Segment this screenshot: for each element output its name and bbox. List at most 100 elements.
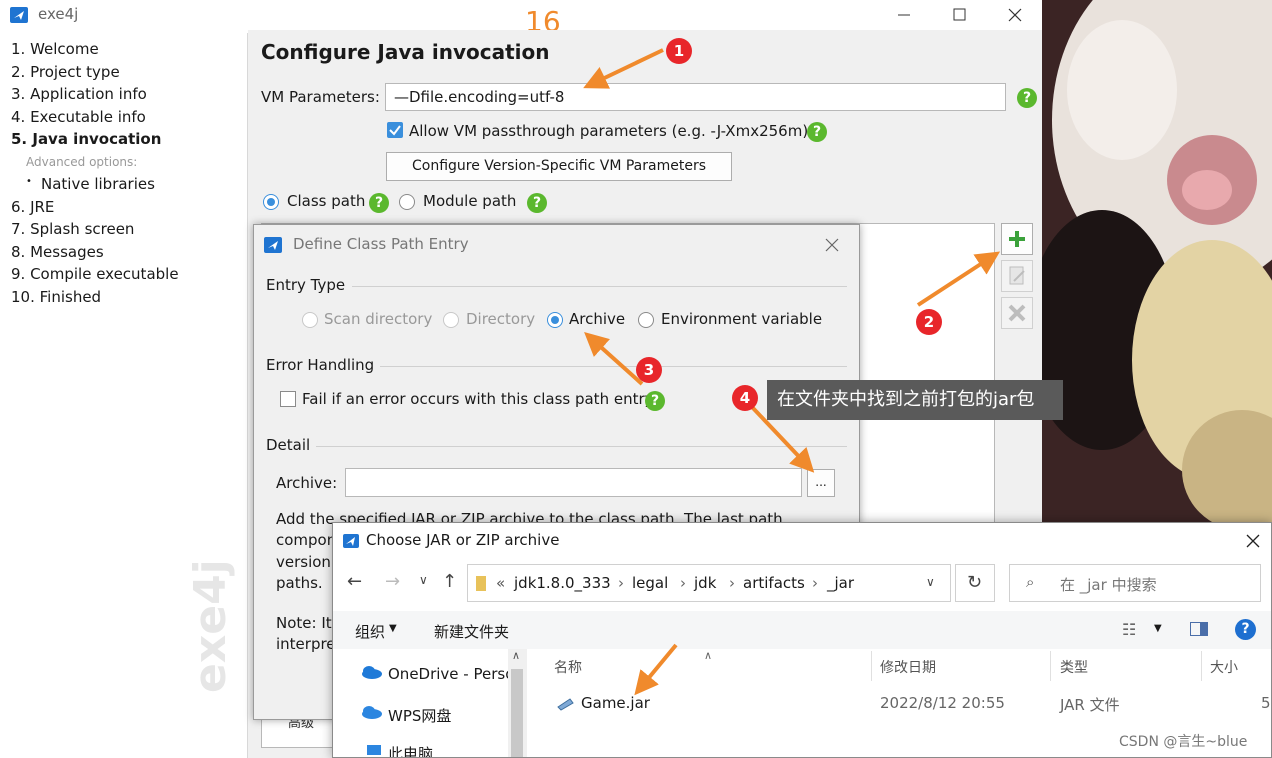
- delete-icon: [1008, 304, 1026, 322]
- sidebar-item-messages[interactable]: 8. Messages: [11, 243, 104, 261]
- sidebar-item-welcome[interactable]: 1. Welcome: [11, 40, 99, 58]
- nav-scrollbar[interactable]: ∧: [508, 649, 527, 757]
- wizard-sidebar: 1. Welcome 2. Project type 3. Applicatio…: [0, 33, 248, 758]
- configure-version-vm-button[interactable]: Configure Version-Specific VM Parameters: [386, 152, 732, 181]
- advanced-options-label: Advanced options:: [26, 155, 138, 169]
- breadcrumb-item[interactable]: artifacts: [743, 574, 805, 592]
- directory-radio[interactable]: [443, 312, 459, 328]
- jar-file-icon: [557, 698, 574, 711]
- scroll-up-icon[interactable]: ∧: [512, 649, 520, 662]
- chooser-title: Choose JAR or ZIP archive: [366, 531, 560, 549]
- navigation-pane: OneDrive - Perso WPS网盘 此电脑 ∧: [333, 649, 527, 757]
- scan-directory-radio[interactable]: [302, 312, 318, 328]
- back-arrow-icon[interactable]: ←: [347, 571, 362, 592]
- browse-button[interactable]: ...: [807, 469, 835, 497]
- help-icon[interactable]: ?: [807, 122, 827, 142]
- sidebar-item-compile-executable[interactable]: 9. Compile executable: [11, 265, 179, 283]
- sidebar-item-executable-info[interactable]: 4. Executable info: [11, 108, 146, 126]
- column-header-type[interactable]: 类型: [1060, 657, 1088, 677]
- exe4j-app-icon: [264, 237, 282, 253]
- archive-radio[interactable]: [547, 312, 563, 328]
- help-icon[interactable]: ?: [1017, 88, 1037, 108]
- edit-entry-button[interactable]: [1001, 260, 1033, 292]
- class-path-radio[interactable]: [263, 194, 279, 210]
- archive-label: Archive:: [276, 474, 338, 492]
- help-icon[interactable]: ?: [1235, 619, 1256, 640]
- sidebar-item-project-type[interactable]: 2. Project type: [11, 63, 120, 81]
- preview-pane-icon[interactable]: [1190, 622, 1208, 636]
- close-icon[interactable]: [824, 237, 840, 253]
- archive-path-input[interactable]: [345, 468, 802, 497]
- directory-label: Directory: [466, 310, 536, 328]
- chevron-down-icon[interactable]: ∨: [926, 575, 935, 589]
- help-icon[interactable]: ?: [369, 193, 389, 213]
- module-path-radio[interactable]: [399, 194, 415, 210]
- column-divider: [1201, 651, 1202, 681]
- sidebar-item-application-info[interactable]: 3. Application info: [11, 85, 147, 103]
- description-line: version: [276, 553, 331, 571]
- column-header-size[interactable]: 大小: [1210, 657, 1238, 677]
- sort-up-icon: ∧: [704, 649, 713, 662]
- column-header-date[interactable]: 修改日期: [880, 657, 936, 677]
- window-title: exe4j: [38, 5, 79, 23]
- nav-item-wps[interactable]: WPS网盘: [388, 705, 451, 726]
- close-icon[interactable]: [1007, 7, 1023, 23]
- wps-cloud-icon: [362, 706, 382, 719]
- organize-menu[interactable]: 组织: [355, 621, 385, 642]
- file-date: 2022/8/12 20:55: [880, 694, 1005, 712]
- column-header-name[interactable]: 名称: [554, 657, 582, 677]
- refresh-button[interactable]: ↻: [955, 564, 995, 602]
- vm-parameters-label: VM Parameters:: [261, 88, 380, 106]
- breadcrumb-item[interactable]: legal: [632, 574, 668, 592]
- chooser-toolbar: 组织 ▼ 新建文件夹 ☷ ▼ ?: [333, 611, 1271, 649]
- step-badge: 2: [916, 309, 942, 335]
- sidebar-item-native-libraries[interactable]: Native libraries: [41, 175, 155, 193]
- nav-item-onedrive[interactable]: OneDrive - Perso: [388, 665, 514, 683]
- sidebar-item-java-invocation[interactable]: 5. Java invocation: [11, 130, 161, 148]
- view-options-icon[interactable]: ☷: [1122, 620, 1136, 639]
- vm-parameters-input[interactable]: —Dfile.encoding=utf-8: [385, 83, 1006, 111]
- file-chooser-dialog: Choose JAR or ZIP archive ← → ∨ ↑ « jdk1…: [332, 522, 1272, 758]
- description-line: paths.: [276, 574, 323, 592]
- passthrough-label: Allow VM passthrough parameters (e.g. -J…: [409, 122, 809, 140]
- csdn-watermark: CSDN @言生~blue: [1119, 734, 1248, 750]
- fail-on-error-checkbox[interactable]: [280, 391, 296, 407]
- recent-dropdown-icon[interactable]: ∨: [419, 573, 428, 587]
- up-arrow-icon[interactable]: ↑: [442, 571, 457, 592]
- environment-variable-radio[interactable]: [638, 312, 654, 328]
- help-icon[interactable]: ?: [645, 391, 665, 411]
- maximize-icon[interactable]: [952, 7, 968, 23]
- exe4j-app-icon: [10, 7, 28, 23]
- scroll-thumb[interactable]: [511, 669, 523, 757]
- add-entry-button[interactable]: [1001, 223, 1033, 255]
- table-row[interactable]: Game.jar 2022/8/12 20:55 JAR 文件 5: [543, 685, 1271, 719]
- background-photo: [1042, 0, 1272, 522]
- new-folder-button[interactable]: 新建文件夹: [434, 621, 509, 642]
- breadcrumb-item[interactable]: _jar: [827, 574, 854, 592]
- forward-arrow-icon[interactable]: →: [385, 571, 400, 592]
- scan-directory-label: Scan directory: [324, 310, 433, 328]
- address-bar[interactable]: « jdk1.8.0_333 › legal › jdk › artifacts…: [467, 564, 951, 602]
- detail-heading: Detail: [266, 436, 311, 454]
- sidebar-item-jre[interactable]: 6. JRE: [11, 198, 54, 216]
- nav-item-this-pc[interactable]: 此电脑: [388, 743, 433, 757]
- sidebar-item-finished[interactable]: 10. Finished: [11, 288, 101, 306]
- chevron-right-icon: ›: [729, 574, 735, 592]
- remove-entry-button[interactable]: [1001, 297, 1033, 329]
- separator: [352, 286, 847, 287]
- step-badge: 4: [732, 385, 758, 411]
- file-name: Game.jar: [581, 694, 650, 712]
- onedrive-cloud-icon: [362, 666, 382, 679]
- breadcrumb-item[interactable]: jdk1.8.0_333: [514, 574, 611, 592]
- close-icon[interactable]: [1245, 533, 1261, 549]
- search-input[interactable]: ⌕ 在 _jar 中搜索: [1009, 564, 1261, 602]
- breadcrumb-item[interactable]: jdk: [694, 574, 716, 592]
- page-title: Configure Java invocation: [261, 40, 550, 64]
- chevron-right-icon: ›: [618, 574, 624, 592]
- help-icon[interactable]: ?: [527, 193, 547, 213]
- bullet-icon: •: [26, 176, 32, 187]
- minimize-icon[interactable]: [896, 7, 912, 23]
- sidebar-item-splash-screen[interactable]: 7. Splash screen: [11, 220, 134, 238]
- caret-down-icon[interactable]: ▼: [1154, 623, 1162, 634]
- passthrough-checkbox[interactable]: [387, 122, 403, 138]
